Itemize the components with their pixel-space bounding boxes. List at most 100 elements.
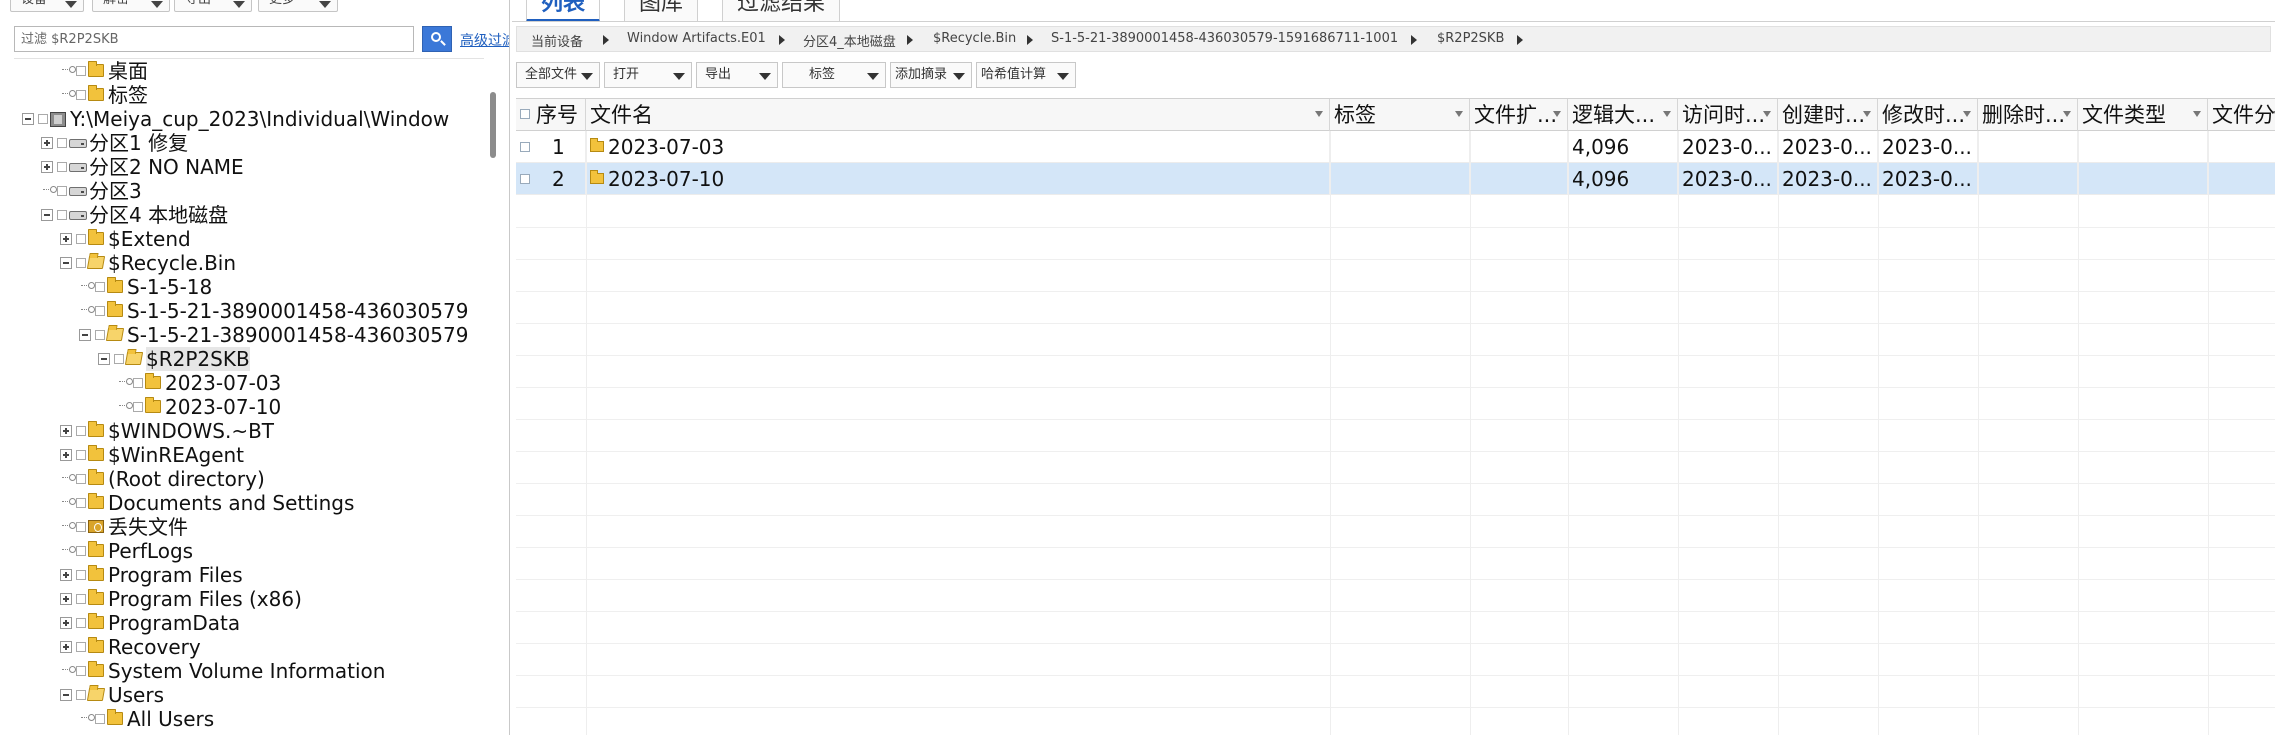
tree-checkbox[interactable] [114, 354, 124, 364]
tree-item[interactable]: $WinREAgent [14, 443, 484, 467]
tree-checkbox[interactable] [133, 378, 143, 388]
expand-icon[interactable] [60, 425, 72, 437]
tree-checkbox[interactable] [95, 714, 105, 724]
table-row[interactable]: 2 2023-07-10 4,096 2023-0... 2023-0... 2023-0… [516, 163, 2275, 195]
header-col-index[interactable]: 序号 [516, 99, 586, 131]
tree-checkbox[interactable] [57, 210, 67, 220]
tree-checkbox[interactable] [38, 114, 48, 124]
column-filter-icon[interactable] [1763, 111, 1771, 117]
tab-list[interactable]: 列表 [526, 0, 601, 21]
tree-item[interactable]: 分区1 修复 [14, 131, 484, 155]
tab-gallery[interactable]: 图库 [624, 0, 699, 21]
advanced-filter-link[interactable]: 高级过滤 [460, 30, 509, 50]
expand-icon[interactable] [41, 161, 53, 173]
tree-item[interactable]: 桌面 [14, 59, 484, 83]
tree-item[interactable]: Documents and Settings [14, 491, 484, 515]
select-all-checkbox[interactable] [520, 109, 530, 119]
tree-checkbox[interactable] [76, 234, 86, 244]
device-dropdown[interactable]: 设备 [10, 0, 84, 12]
tree-item[interactable]: S-1-5-21-3890001458-436030579 [14, 323, 484, 347]
collapse-icon[interactable] [60, 257, 72, 269]
tree-item[interactable]: ProgramData [14, 611, 484, 635]
export-list-dropdown[interactable]: 导出 [696, 62, 778, 88]
expand-icon[interactable] [60, 233, 72, 245]
hash-calc-dropdown[interactable]: 哈希值计算 [976, 62, 1076, 88]
tree-checkbox[interactable] [76, 66, 86, 76]
tree-item[interactable]: $Extend [14, 227, 484, 251]
header-col-tag[interactable]: 标签 [1330, 99, 1470, 131]
tree-checkbox[interactable] [57, 162, 67, 172]
column-filter-icon[interactable] [1863, 111, 1871, 117]
collapse-icon[interactable] [98, 353, 110, 365]
search-button[interactable] [422, 26, 452, 52]
header-col-accessed[interactable]: 访问时... [1678, 99, 1778, 131]
tree-checkbox[interactable] [76, 474, 86, 484]
tree-item[interactable]: Recovery [14, 635, 484, 659]
tree-checkbox[interactable] [76, 570, 86, 580]
tree-checkbox[interactable] [57, 138, 67, 148]
tree-item[interactable]: Program Files (x86) [14, 587, 484, 611]
tree-item[interactable]: S-1-5-18 [14, 275, 484, 299]
collapse-icon[interactable] [60, 689, 72, 701]
column-filter-icon[interactable] [1663, 111, 1671, 117]
breadcrumb-item-image[interactable]: Window Artifacts.E01 [627, 31, 766, 46]
header-col-file-type[interactable]: 文件类型 [2078, 99, 2208, 131]
tree-checkbox[interactable] [76, 450, 86, 460]
tree-item[interactable]: All Users [14, 707, 484, 731]
tree-item[interactable]: Program Files [14, 563, 484, 587]
breadcrumb-item-partition[interactable]: 分区4_本地磁盘 [803, 31, 896, 50]
tree-checkbox[interactable] [76, 546, 86, 556]
tab-filter-results[interactable]: 过滤结果 [722, 0, 841, 21]
tree-checkbox[interactable] [76, 666, 86, 676]
tree-item[interactable]: 2023-07-03 [14, 371, 484, 395]
more-dropdown[interactable]: 更多 [258, 0, 338, 12]
breadcrumb-item-device[interactable]: 当前设备 [531, 31, 583, 50]
expand-icon[interactable] [60, 641, 72, 653]
header-col-extension[interactable]: 文件扩... [1470, 99, 1568, 131]
tree-item[interactable]: 2023-07-10 [14, 395, 484, 419]
tree-item[interactable]: 分区3 [14, 179, 484, 203]
header-col-deleted[interactable]: 删除时... [1978, 99, 2078, 131]
tree-checkbox[interactable] [95, 330, 105, 340]
breadcrumb-item-current[interactable]: $R2P2SKB [1437, 31, 1504, 46]
tree-item[interactable]: 标签 [14, 83, 484, 107]
file-scope-dropdown[interactable]: 全部文件 [516, 62, 600, 88]
tree-scrollbar[interactable] [486, 58, 500, 735]
expand-icon[interactable] [60, 617, 72, 629]
open-dropdown[interactable]: 打开 [604, 62, 692, 88]
column-filter-icon[interactable] [2193, 111, 2201, 117]
filter-input[interactable] [14, 26, 414, 52]
tree-scrollbar-thumb[interactable] [490, 92, 496, 158]
export-dropdown[interactable]: 导出 [174, 0, 252, 12]
tree-checkbox[interactable] [76, 642, 86, 652]
tree-item[interactable]: $R2P2SKB [14, 347, 484, 371]
header-col-logical-size[interactable]: 逻辑大... [1568, 99, 1678, 131]
tree-item[interactable]: (Root directory) [14, 467, 484, 491]
breadcrumb-item-sid[interactable]: S-1-5-21-3890001458-436030579-1591686711… [1051, 31, 1398, 46]
column-filter-icon[interactable] [1963, 111, 1971, 117]
tree-item[interactable]: 分区4 本地磁盘 [14, 203, 484, 227]
tag-dropdown[interactable]: 标签 [782, 62, 886, 88]
collapse-icon[interactable] [22, 113, 34, 125]
header-col-created[interactable]: 创建时... [1778, 99, 1878, 131]
column-filter-icon[interactable] [1315, 111, 1323, 117]
column-filter-icon[interactable] [1455, 111, 1463, 117]
add-excerpt-dropdown[interactable]: 添加摘录 [890, 62, 972, 88]
column-filter-icon[interactable] [2063, 111, 2071, 117]
tree-item[interactable]: System Volume Information [14, 659, 484, 683]
tree-checkbox[interactable] [57, 186, 67, 196]
collapse-icon[interactable] [41, 209, 53, 221]
tree-item[interactable]: $WINDOWS.~BT [14, 419, 484, 443]
collapse-icon[interactable] [79, 329, 91, 341]
tree-checkbox[interactable] [76, 90, 86, 100]
tree-item[interactable]: S-1-5-21-3890001458-436030579 [14, 299, 484, 323]
expand-icon[interactable] [60, 593, 72, 605]
breadcrumb-item-recycle-bin[interactable]: $Recycle.Bin [933, 31, 1016, 46]
tree-item[interactable]: Users [14, 683, 484, 707]
decrypt-dropdown[interactable]: 解密 [92, 0, 170, 12]
header-col-filename[interactable]: 文件名 [586, 99, 1330, 131]
tree-checkbox[interactable] [133, 402, 143, 412]
tree-checkbox[interactable] [76, 522, 86, 532]
tree-item[interactable]: 分区2 NO NAME [14, 155, 484, 179]
tree-checkbox[interactable] [76, 258, 86, 268]
